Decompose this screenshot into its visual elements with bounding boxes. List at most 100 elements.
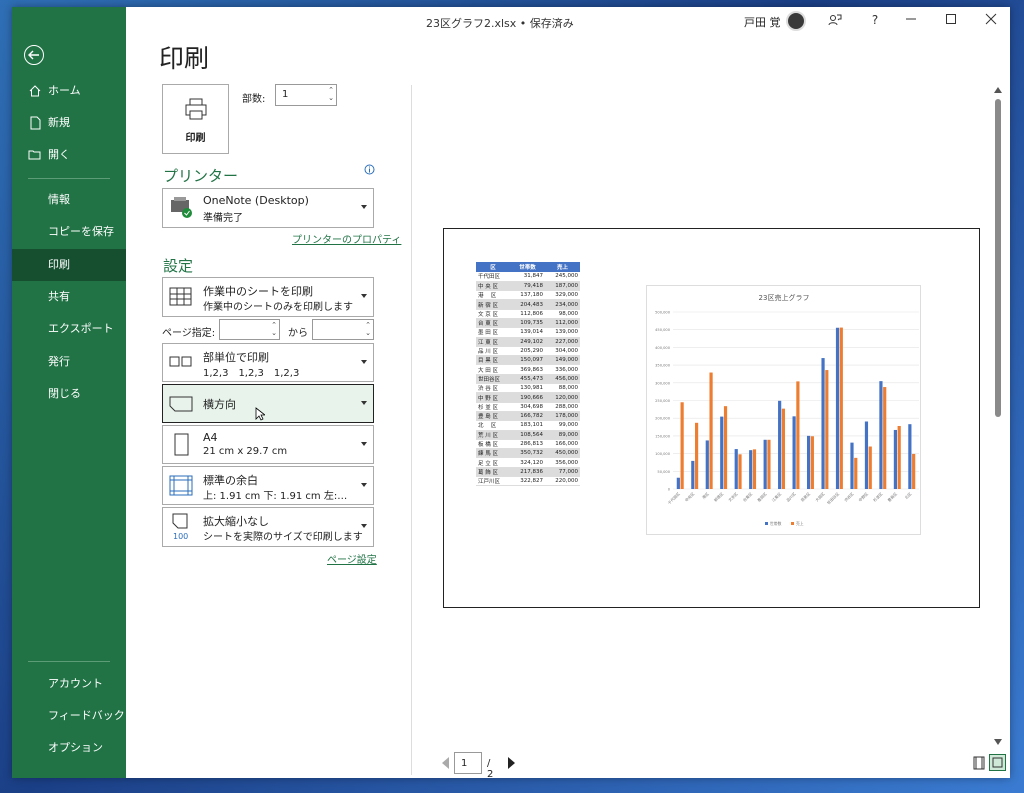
avatar[interactable] [786, 11, 806, 31]
table-cell: 112,806 [510, 309, 545, 320]
scrollbar-thumb[interactable] [995, 99, 1001, 417]
title-bar: 23区グラフ2.xlsx • 保存済み 戸田 覚 ? [126, 7, 1010, 37]
y-tick-label: 350,000 [655, 364, 671, 368]
next-page-icon[interactable] [508, 757, 515, 769]
collate-desc: 1,2,3 1,2,3 1,2,3 [203, 368, 300, 379]
minimize-button[interactable] [902, 13, 920, 31]
chart-bar [864, 421, 869, 489]
print-button[interactable]: 印刷 [162, 84, 229, 154]
x-tick-label: 台東区 [742, 491, 754, 503]
close-button[interactable] [982, 13, 1000, 31]
x-tick-label: 豊島区 [886, 491, 898, 503]
copies-spinner[interactable]: ⌃ ⌄ [328, 86, 334, 102]
previous-page-icon[interactable] [442, 757, 449, 769]
excel-window: ホーム 新規 開く 情報 コピーを保存 印刷 共有 エクスポート 発行 閉じる … [12, 7, 1010, 780]
collate-dropdown[interactable]: 部単位で印刷 1,2,3 1,2,3 1,2,3 [162, 343, 374, 382]
scaling-dropdown[interactable]: 100 拡大縮小なし シートを実際のサイズで印刷します [162, 507, 374, 547]
table-row: 杉 並 区 304,698 288,000 [476, 402, 580, 412]
nav-close[interactable]: 閉じる [12, 379, 126, 409]
chart-bar [792, 416, 796, 489]
printer-properties-link[interactable]: プリンターのプロパティ [292, 231, 401, 246]
paper-size-dropdown[interactable]: A4 21 cm x 29.7 cm [162, 425, 374, 464]
nav-save-copy[interactable]: コピーを保存 [12, 217, 126, 247]
table-row: 品 川 区 205,290 304,000 [476, 346, 580, 357]
preview-scrollbar[interactable] [992, 87, 1004, 747]
nav-home[interactable]: ホーム [12, 76, 126, 106]
table-cell: 227,000 [545, 337, 580, 347]
table-cell: 456,000 [545, 374, 580, 385]
copies-label: 部数: [242, 94, 266, 105]
nav-divider [28, 661, 110, 662]
chevron-down-icon [361, 482, 367, 487]
chart-bar [767, 439, 771, 489]
table-cell: 356,000 [545, 457, 580, 468]
chart-bar [691, 460, 695, 489]
preview-chart: 23区売上グラフ 0 50,000 100,000 150,000 200,000 250,… [646, 285, 921, 535]
y-tick-label: 400,000 [655, 346, 671, 350]
print-scope-dropdown[interactable]: 作業中のシートを印刷 作業中のシートのみを印刷します [162, 277, 374, 317]
table-cell: 港 区 [476, 290, 511, 301]
table-row: 北 区 183,101 99,000 [476, 420, 580, 431]
coauthoring-icon[interactable] [826, 13, 844, 31]
maximize-button[interactable] [942, 13, 960, 31]
scaling-title: 拡大縮小なし [203, 515, 269, 528]
back-button[interactable] [24, 45, 44, 65]
orientation-dropdown[interactable]: 横方向 [162, 384, 374, 423]
x-tick-label: 千代田区 [667, 491, 681, 505]
copies-input[interactable]: 1 ⌃ ⌄ [275, 84, 337, 106]
print-scope-desc: 作業中のシートのみを印刷します [203, 302, 353, 313]
user-name[interactable]: 戸田 覚 [744, 14, 781, 30]
pages-to-input[interactable]: ⌃ ⌄ [312, 319, 374, 340]
margins-dropdown[interactable]: 標準の余白 上: 1.91 cm 下: 1.91 cm 左:… [162, 466, 374, 505]
nav-info[interactable]: 情報 [12, 185, 126, 215]
page-number-input[interactable]: 1 [454, 752, 482, 774]
nav-feedback[interactable]: フィードバック [12, 701, 126, 731]
back-arrow-icon [28, 50, 39, 60]
chart-bar [897, 425, 901, 489]
table-row: 渋 谷 区 130,981 88,000 [476, 383, 580, 394]
scroll-down-icon[interactable] [994, 739, 1002, 745]
collate-title: 部単位で印刷 [203, 351, 269, 364]
table-cell: 217,836 [510, 467, 545, 478]
scroll-up-icon[interactable] [994, 87, 1002, 93]
nav-account[interactable]: アカウント [12, 669, 126, 699]
table-cell: 79,418 [510, 281, 545, 292]
zoom-to-page-icon[interactable] [989, 754, 1006, 771]
nav-export[interactable]: エクスポート [12, 314, 126, 344]
pages-to-spinner[interactable]: ⌃ ⌄ [365, 321, 371, 337]
chart-bar [680, 402, 684, 489]
table-cell: 350,732 [510, 448, 545, 459]
y-tick-label: 0 [668, 488, 671, 492]
x-tick-label: 大田区 [814, 491, 826, 503]
table-row: 葛 飾 区 217,836 77,000 [476, 467, 580, 478]
nav-open[interactable]: 開く [12, 140, 126, 170]
chart-bar [879, 381, 883, 489]
margins-icon [169, 475, 193, 496]
chart-bar [893, 429, 897, 489]
pages-to-label: から [288, 328, 308, 339]
help-button[interactable]: ? [866, 13, 884, 31]
new-document-icon [30, 116, 41, 130]
nav-new[interactable]: 新規 [12, 108, 126, 138]
nav-publish[interactable]: 発行 [12, 347, 126, 377]
pages-from-input[interactable]: ⌃ ⌄ [219, 319, 280, 340]
backstage-sidebar: ホーム 新規 開く 情報 コピーを保存 印刷 共有 エクスポート 発行 閉じる … [12, 7, 126, 778]
preview-data-table: 区世帯数 売上 千代田区 31,847 245,000 中 央 区 79,418 187,0… [476, 262, 580, 487]
page-setup-link[interactable]: ページ設定 [327, 551, 377, 566]
chart-bar [723, 406, 728, 489]
printer-dropdown[interactable]: OneNote (Desktop) 準備完了 [162, 188, 374, 228]
y-tick-label: 50,000 [657, 470, 670, 474]
chart-bar [781, 408, 786, 489]
show-margins-icon[interactable] [973, 756, 985, 770]
nav-share[interactable]: 共有 [12, 282, 126, 312]
chart-bar [763, 439, 767, 489]
info-icon[interactable] [364, 164, 375, 175]
pages-from-spinner[interactable]: ⌃ ⌄ [271, 321, 277, 337]
table-cell: 149,000 [545, 355, 580, 366]
nav-options[interactable]: オプション [12, 733, 126, 763]
table-cell: 204,483 [510, 299, 545, 310]
nav-print[interactable]: 印刷 [12, 249, 126, 281]
table-header-row: 区世帯数 売上 [476, 262, 580, 272]
portrait-page-icon [174, 433, 189, 456]
chart-bar [839, 327, 843, 489]
